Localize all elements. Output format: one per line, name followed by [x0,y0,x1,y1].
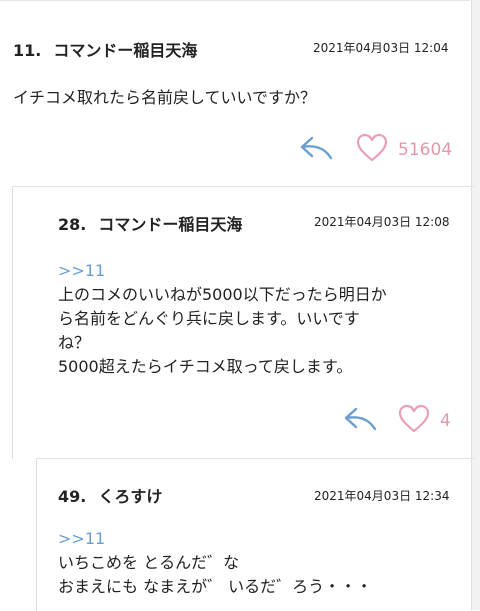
comment-actions: 51604 [300,133,452,167]
comment-author[interactable]: くろすけ [98,483,162,507]
reply-icon[interactable] [300,135,334,165]
comment-28: 28. コマンドー稲目天海 2021年04月03日 12:08 >>11 上のコ… [12,186,475,459]
comment-header: 11. コマンドー稲目天海 [13,37,197,61]
comment-number: 49. [58,487,87,506]
reply-anchor-link[interactable]: >>11 [58,527,372,551]
comment-date: 2021年04月03日 12:08 [314,215,450,229]
like-count: 4 [440,411,451,431]
comment-11: 11. コマンドー稲目天海 2021年04月03日 12:04 イチコメ取れたら… [0,0,470,186]
like-count: 51604 [398,140,453,160]
comment-line: イチコメ取れたら名前戻していいですか？ [13,88,317,107]
comment-number: 11. [13,41,42,60]
comment-body: イチコメ取れたら名前戻していいですか？ [13,86,316,110]
comment-body: >>11 上のコメのいいねが5000以下だったら明日か ら名前をどんぐり兵に戻し… [58,259,387,379]
comment-line: 上のコメのいいねが5000以下だったら明日か [58,285,387,304]
comment-49: 49. くろすけ 2021年04月03日 12:34 >>11 いちこめを とる… [36,458,475,611]
comment-line: いちこめを とるんだ゛な [58,553,240,572]
comment-body: >>11 いちこめを とるんだ゛な おまえにも なまえが゛ いるだ゛ろう・・・ [58,527,372,599]
comment-header: 49. くろすけ [58,483,162,507]
heart-icon[interactable] [398,404,430,438]
comment-author[interactable]: コマンドー稲目天海 [98,211,242,235]
comment-line: ね？ [58,333,91,352]
reply-anchor-link[interactable]: >>11 [58,259,387,283]
comment-date: 2021年04月03日 12:04 [313,41,449,55]
heart-icon[interactable] [356,133,388,167]
reply-icon[interactable] [344,406,378,436]
comment-header: 28. コマンドー稲目天海 [58,211,242,235]
comment-date: 2021年04月03日 12:34 [314,489,450,503]
comment-actions: 4 [344,404,451,438]
comment-line: 5000超えたらイチコメ取って戻します。 [58,357,353,376]
comment-line: ら名前をどんぐり兵に戻します。いいです [58,309,360,328]
comment-author[interactable]: コマンドー稲目天海 [53,37,197,61]
comment-number: 28. [58,215,87,234]
comment-line: おまえにも なまえが゛ いるだ゛ろう・・・ [58,577,373,596]
